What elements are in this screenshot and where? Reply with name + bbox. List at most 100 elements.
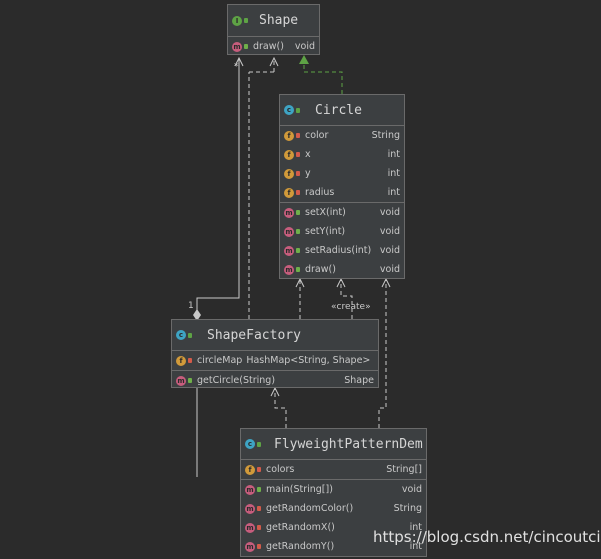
field-type: String[] bbox=[386, 464, 422, 475]
method-type: String bbox=[393, 503, 422, 514]
method-icon: m bbox=[284, 226, 294, 237]
class-name: FlyweightPatternDem bbox=[274, 436, 423, 452]
visibility-icon bbox=[296, 107, 300, 113]
method-name: main(String[]) bbox=[266, 484, 333, 495]
create-edge bbox=[340, 279, 353, 319]
method-icon: m bbox=[284, 264, 294, 275]
method-row[interactable]: m setX(int) void bbox=[280, 203, 404, 222]
public-icon bbox=[257, 487, 261, 492]
method-type: void bbox=[294, 41, 315, 52]
field-type: int bbox=[387, 149, 400, 160]
field-type: int bbox=[387, 187, 400, 198]
field-name: colors bbox=[266, 464, 295, 475]
method-icon: m bbox=[232, 41, 242, 52]
field-name: y bbox=[305, 168, 311, 179]
method-name: setRadius(int) bbox=[305, 245, 372, 256]
field-name: x bbox=[305, 149, 311, 160]
class-icon: c bbox=[284, 105, 294, 115]
method-icon: m bbox=[245, 522, 255, 533]
field-icon: f bbox=[284, 168, 294, 179]
field-name: color bbox=[305, 130, 329, 141]
method-name: setY(int) bbox=[305, 226, 346, 237]
public-icon bbox=[296, 267, 300, 272]
class-icon: c bbox=[176, 330, 186, 340]
method-type: void bbox=[401, 484, 422, 495]
method-row[interactable]: m setY(int) void bbox=[280, 222, 404, 241]
public-icon bbox=[244, 44, 248, 49]
method-icon: m bbox=[176, 375, 186, 386]
method-name: setX(int) bbox=[305, 207, 346, 218]
visibility-icon bbox=[257, 441, 261, 447]
field-icon: f bbox=[284, 187, 294, 198]
fields-section: f colors String[] bbox=[241, 460, 426, 480]
field-icon: f bbox=[176, 355, 186, 366]
method-name: getRandomColor() bbox=[266, 503, 354, 514]
private-icon bbox=[296, 190, 300, 195]
method-row[interactable]: m setRadius(int) void bbox=[280, 241, 404, 260]
method-icon: m bbox=[245, 484, 255, 495]
method-type: void bbox=[379, 207, 400, 218]
methods-section: m getCircle(String) Shape bbox=[172, 371, 378, 390]
public-icon bbox=[296, 210, 300, 215]
private-icon bbox=[296, 171, 300, 176]
field-icon: f bbox=[284, 130, 294, 141]
field-icon: f bbox=[284, 149, 294, 160]
private-icon bbox=[296, 133, 300, 138]
composition-edge bbox=[196, 58, 240, 477]
method-type: void bbox=[379, 226, 400, 237]
method-row[interactable]: m draw() void bbox=[280, 260, 404, 279]
public-icon bbox=[188, 378, 192, 383]
method-row[interactable]: m getRandomColor() String bbox=[241, 499, 426, 518]
method-row[interactable]: m draw() void bbox=[228, 37, 319, 56]
field-row[interactable]: f colors String[] bbox=[241, 460, 426, 479]
public-icon bbox=[296, 229, 300, 234]
class-header: c FlyweightPatternDem bbox=[241, 429, 426, 460]
field-row[interactable]: f radius int bbox=[280, 183, 404, 202]
class-name: Circle bbox=[315, 102, 362, 118]
class-name: Shape bbox=[259, 13, 299, 28]
field-name: circleMap bbox=[197, 355, 243, 366]
dependency-edge-demo-circle bbox=[378, 279, 387, 428]
private-icon bbox=[296, 152, 300, 157]
method-row[interactable]: m main(String[]) void bbox=[241, 480, 426, 499]
class-header: c Circle bbox=[280, 95, 404, 126]
class-header: c ShapeFactory bbox=[172, 320, 378, 351]
field-row[interactable]: f x int bbox=[280, 145, 404, 164]
field-name: radius bbox=[305, 187, 335, 198]
multiplicity-many: * bbox=[234, 62, 239, 72]
field-row[interactable]: f color String bbox=[280, 126, 404, 145]
private-icon bbox=[188, 358, 192, 363]
method-icon: m bbox=[245, 503, 255, 514]
method-name: getCircle(String) bbox=[197, 375, 276, 386]
field-row[interactable]: f circleMap HashMap<String, Shape> bbox=[172, 351, 378, 370]
private-icon bbox=[257, 544, 261, 549]
method-name: draw() bbox=[253, 41, 284, 52]
class-header: I Shape bbox=[228, 5, 319, 37]
field-type: String bbox=[371, 130, 400, 141]
class-icon: c bbox=[245, 439, 255, 449]
watermark: https://blog.csdn.net/cincoutcin bbox=[373, 528, 601, 546]
methods-section: m setX(int) void m setY(int) void m setRadius… bbox=[280, 203, 404, 279]
private-icon bbox=[257, 525, 261, 530]
interface-icon: I bbox=[232, 15, 242, 26]
method-type: void bbox=[379, 264, 400, 275]
private-icon bbox=[257, 506, 261, 511]
visibility-icon bbox=[244, 18, 248, 23]
fields-section: f circleMap HashMap<String, Shape> bbox=[172, 351, 378, 371]
class-shapefactory[interactable]: c ShapeFactory f circleMap HashMap<String,… bbox=[171, 319, 379, 388]
class-name: ShapeFactory bbox=[207, 327, 301, 343]
class-shape[interactable]: I Shape m draw() void bbox=[227, 4, 320, 55]
fields-section: f color String f x int f y int f radius int bbox=[280, 126, 404, 203]
field-row[interactable]: f y int bbox=[280, 164, 404, 183]
private-icon bbox=[257, 467, 261, 472]
public-icon bbox=[296, 248, 300, 253]
realization-edge bbox=[303, 64, 343, 94]
create-label: «create» bbox=[331, 302, 371, 312]
field-icon: f bbox=[245, 464, 255, 475]
field-type: HashMap<String, Shape> bbox=[246, 355, 371, 366]
visibility-icon bbox=[188, 332, 192, 338]
method-name: draw() bbox=[305, 264, 336, 275]
class-circle[interactable]: c Circle f color String f x int f y int f radiu… bbox=[279, 94, 405, 279]
method-row[interactable]: m getCircle(String) Shape bbox=[172, 371, 378, 390]
method-icon: m bbox=[284, 207, 294, 218]
